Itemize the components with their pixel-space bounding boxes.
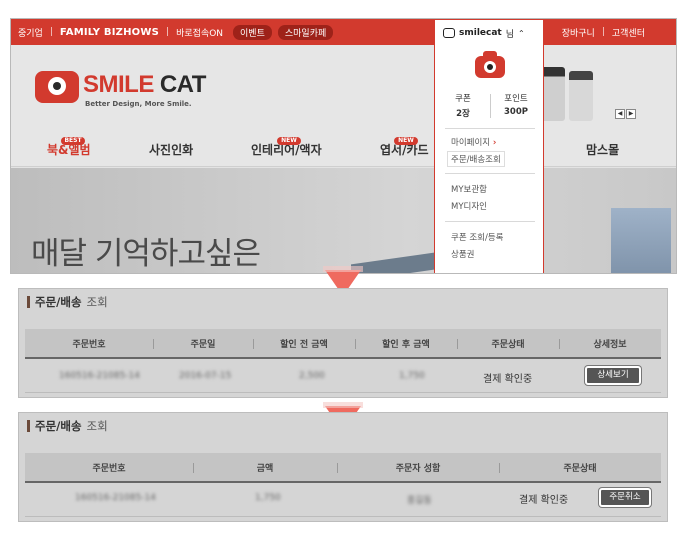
divider <box>445 128 535 129</box>
link-gift-card[interactable]: 상품권 <box>451 248 474 260</box>
smile-icon <box>443 28 455 38</box>
nav-badge: NEW <box>394 137 418 145</box>
link-mypage[interactable]: 마이페이지 › <box>451 136 496 148</box>
divider: | <box>601 27 605 37</box>
chevron-right-icon: › <box>492 138 497 148</box>
coupon-value: 2장 <box>456 109 470 119</box>
account-toggle[interactable]: smilecat 님 ⌃ <box>435 20 543 46</box>
main-nav: BEST 북&앨범 사진인화 NEW 인테리어/액자 NEW 엽서/카드 맘스몰 <box>11 129 676 167</box>
table-header: 주문번호 주문일 할인 전 금액 할인 후 금액 주문상태 상세정보 <box>25 329 661 359</box>
order-tracking-panel-1: 주문/배송 조회 주문번호 주문일 할인 전 금액 할인 후 금액 주문상태 상세… <box>18 288 668 398</box>
logo-wordmark: SMILE CAT <box>83 71 206 98</box>
title-marker <box>27 420 30 432</box>
chevron-up-icon: ⌃ <box>518 28 525 38</box>
divider: | <box>166 27 170 37</box>
coupon-stat[interactable]: 쿠폰 2장 <box>443 92 483 119</box>
table-header: 주문번호 금액 주문자 성함 주문상태 <box>25 453 661 483</box>
col-order-date: 주문일 <box>190 340 216 350</box>
nav-item-label: 엽서/카드 <box>380 143 429 157</box>
topbar-link-company[interactable]: 중기업 <box>11 26 50 39</box>
topbar-pill-event[interactable]: 이벤트 <box>233 24 272 40</box>
top-bar: 중기업 | FAMILY BIZHOWS | 바로접속ON 이벤트 스마일카페 … <box>11 19 676 45</box>
banner-photo <box>351 251 441 273</box>
order-number-cell: 160516-21085-14 <box>75 493 156 503</box>
site-header: SMILE CAT Better Design, More Smile. ◀ ▶ <box>11 45 676 129</box>
cancel-order-button[interactable]: 주문취소 <box>599 488 651 507</box>
nav-badge: NEW <box>277 137 301 145</box>
order-status-cell: 결제 확인중 <box>519 495 569 506</box>
carousel-arrows: ◀ ▶ <box>615 109 636 119</box>
topbar-pill-cafe[interactable]: 스마일카페 <box>277 24 334 40</box>
divider <box>25 516 661 517</box>
amount-cell: 1,750 <box>255 493 281 503</box>
cart-link[interactable]: 장바구니 <box>555 26 602 39</box>
nav-item-book-album[interactable]: BEST 북&앨범 <box>47 137 91 158</box>
banner-slogan: 매달 기억하고싶은 <box>31 236 261 272</box>
product-image <box>539 67 599 127</box>
order-number-cell: 160516-21085-14 <box>59 371 140 381</box>
nav-item-label: 북&앨범 <box>47 143 91 157</box>
nav-item-interior-frame[interactable]: NEW 인테리어/액자 <box>251 137 322 158</box>
next-arrow-icon[interactable]: ▶ <box>626 109 636 119</box>
col-amount: 금액 <box>256 464 274 474</box>
nav-item-photo-print[interactable]: 사진인화 <box>149 141 193 158</box>
point-label: 포인트 <box>504 94 528 104</box>
website-screenshot: 중기업 | FAMILY BIZHOWS | 바로접속ON 이벤트 스마일카페 … <box>10 18 677 274</box>
nav-item-postcard[interactable]: NEW 엽서/카드 <box>380 137 429 158</box>
col-price-after: 할인 후 금액 <box>382 340 430 350</box>
nav-item-label: 사진인화 <box>149 143 194 157</box>
customer-center-link[interactable]: 고객센터 <box>605 26 652 39</box>
orderer-name-cell: 홍길동 <box>407 496 432 506</box>
account-dropdown: smilecat 님 ⌃ 쿠폰 2장 포인트 300P 마이페이지 › 주문/배… <box>434 19 544 273</box>
link-my-design[interactable]: MY디자인 <box>451 200 487 212</box>
camera-logo-icon <box>35 71 79 103</box>
col-order-number: 주문번호 <box>92 464 126 474</box>
col-price-before: 할인 전 금액 <box>280 340 328 350</box>
divider <box>445 221 535 222</box>
smilecat-logo[interactable]: SMILE CAT Better Design, More Smile. <box>35 67 210 113</box>
nav-item-moms-mall[interactable]: 맘스몰 <box>586 141 619 158</box>
nav-item-label: 인테리어/액자 <box>251 143 322 157</box>
nav-badge: BEST <box>61 137 85 145</box>
coupon-label: 쿠폰 <box>455 94 471 104</box>
col-order-number: 주문번호 <box>72 340 106 350</box>
tumbler-image <box>569 71 593 121</box>
title-marker <box>27 296 30 308</box>
divider <box>445 173 535 174</box>
col-detail: 상세정보 <box>593 340 627 350</box>
point-value: 300P <box>504 107 528 117</box>
col-order-status: 주문상태 <box>491 340 525 350</box>
link-coupon[interactable]: 쿠폰 조회/등록 <box>451 231 504 243</box>
topbar-link-family[interactable]: FAMILY BIZHOWS <box>53 27 166 38</box>
price-after-cell: 1,750 <box>399 371 425 381</box>
divider <box>490 94 491 118</box>
username: smilecat <box>459 28 502 38</box>
topbar-right: 장바구니 | 고객센터 <box>555 19 652 45</box>
prev-arrow-icon[interactable]: ◀ <box>615 109 625 119</box>
avatar <box>475 50 505 80</box>
username-suffix: 님 <box>505 29 515 40</box>
point-stat[interactable]: 포인트 300P <box>496 92 536 117</box>
nav-item-label: 맘스몰 <box>586 143 620 157</box>
banner-photo <box>611 208 671 273</box>
price-before-cell: 2,500 <box>299 371 325 381</box>
section-title: 주문/배송 조회 <box>27 294 108 310</box>
logo-tagline: Better Design, More Smile. <box>85 100 192 108</box>
col-order-status: 주문상태 <box>563 464 597 474</box>
order-status-cell: 결제 확인중 <box>483 374 533 385</box>
link-my-storage[interactable]: MY보관함 <box>451 183 487 195</box>
divider <box>25 392 661 393</box>
section-title: 주문/배송 조회 <box>27 418 108 434</box>
link-order-tracking[interactable]: 주문/배송조회 <box>447 151 505 167</box>
topbar-link-quick[interactable]: 바로접속ON <box>169 26 230 39</box>
divider: | <box>49 27 53 37</box>
col-orderer-name: 주문자 성함 <box>395 464 441 474</box>
order-tracking-panel-2: 주문/배송 조회 주문번호 금액 주문자 성함 주문상태 160516-21085… <box>18 412 668 522</box>
hero-banner[interactable]: 매달 기억하고싶은 <box>11 168 676 273</box>
detail-button[interactable]: 상세보기 <box>585 366 641 385</box>
order-date-cell: 2016-07-15 <box>179 371 232 381</box>
